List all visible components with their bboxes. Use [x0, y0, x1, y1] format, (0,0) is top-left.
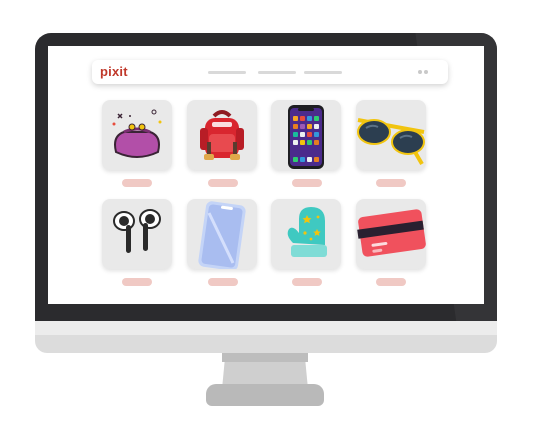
- earbuds-icon: [113, 209, 161, 253]
- sunglasses-icon: [357, 118, 425, 166]
- product-card-screen-protector[interactable]: [187, 199, 257, 269]
- credit-card-icon: [357, 209, 426, 257]
- product-card-sunglasses[interactable]: [356, 100, 426, 170]
- menu-dot-2[interactable]: [424, 70, 428, 74]
- top-navbar: pixit: [92, 60, 448, 84]
- product-price-pill: [122, 179, 152, 187]
- product-card-mitten[interactable]: [271, 199, 341, 269]
- product-price-pill: [376, 278, 406, 286]
- product-card-coin-purse[interactable]: [102, 100, 172, 170]
- product-card-backpack[interactable]: [187, 100, 257, 170]
- product-card-earbuds[interactable]: [102, 199, 172, 269]
- product-price-pill: [376, 179, 406, 187]
- nav-link-3[interactable]: [304, 71, 342, 74]
- menu-dot-1[interactable]: [418, 70, 422, 74]
- smartphone-icon: [288, 105, 324, 169]
- product-price-pill: [292, 278, 322, 286]
- coin-purse-icon: [112, 109, 162, 158]
- product-price-pill: [292, 179, 322, 187]
- screen-protector-icon: [198, 201, 246, 269]
- monitor-stand-base: [206, 384, 324, 406]
- product-price-pill: [122, 278, 152, 286]
- monitor-stand-shadow: [222, 353, 308, 362]
- product-card-smartphone[interactable]: [271, 100, 341, 170]
- product-card-credit-card[interactable]: [356, 199, 426, 269]
- site-logo[interactable]: pixit: [100, 64, 128, 79]
- nav-link-1[interactable]: [208, 71, 246, 74]
- product-price-pill: [208, 179, 238, 187]
- nav-link-2[interactable]: [258, 71, 296, 74]
- mitten-icon: [287, 207, 327, 257]
- monitor-chin-highlight: [35, 321, 497, 335]
- product-price-pill: [208, 278, 238, 286]
- backpack-icon: [200, 110, 244, 160]
